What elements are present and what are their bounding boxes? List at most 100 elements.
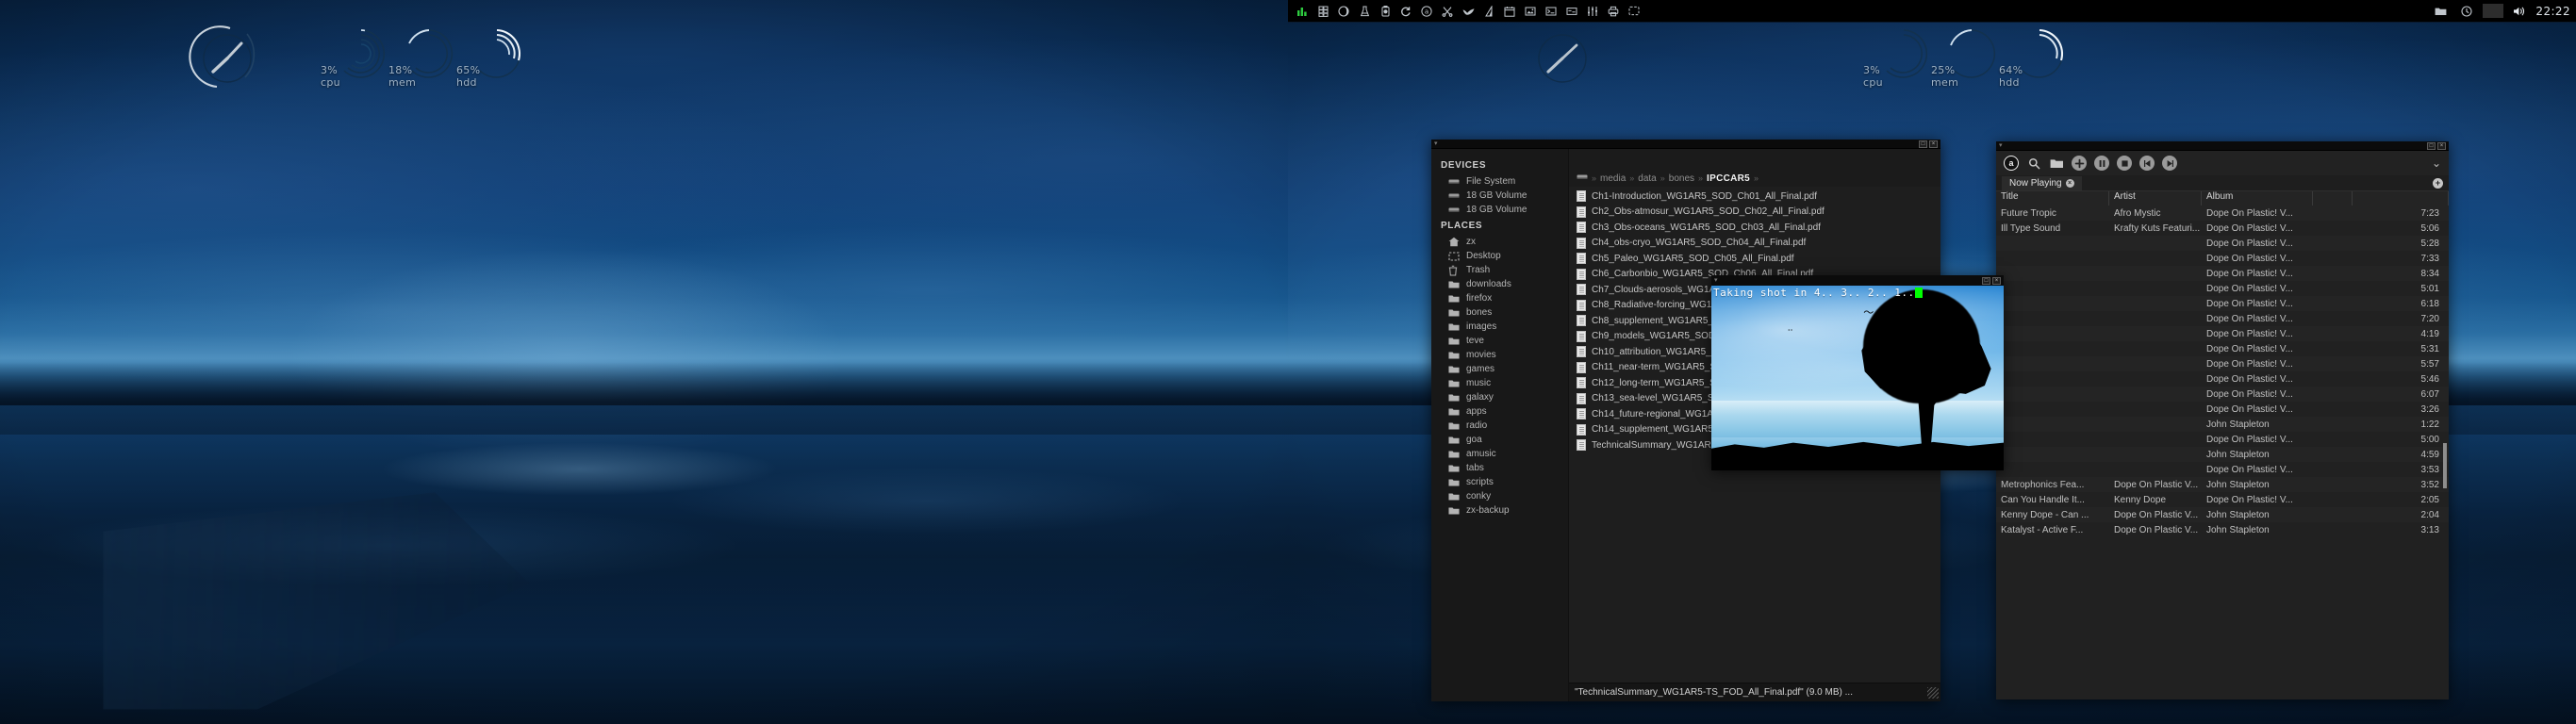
sidebar-place-conky[interactable]: conky — [1431, 489, 1568, 503]
playlist-row[interactable]: Katalyst - Active F... Dope On Plastic V.… — [1996, 522, 2449, 537]
playlist-row[interactable]: Dope On Plastic! V... 5:57 — [1996, 356, 2449, 371]
sidebar-place-galaxy[interactable]: galaxy — [1431, 390, 1568, 404]
breadcrumb-item-media[interactable]: media — [1600, 173, 1626, 184]
sidebar-device-2[interactable]: 18 GB Volume — [1431, 203, 1568, 217]
sidebar-place-games[interactable]: games — [1431, 362, 1568, 376]
sidebar-place-trash[interactable]: Trash — [1431, 263, 1568, 277]
moon-icon[interactable] — [1333, 1, 1354, 22]
sidebar-place-apps[interactable]: apps — [1431, 404, 1568, 419]
file-row[interactable]: Ch5_Paleo_WG1AR5_SOD_Ch05_All_Final.pdf — [1569, 251, 1940, 267]
drive-icon[interactable] — [1577, 173, 1588, 184]
column-artist[interactable]: Artist — [2109, 191, 2202, 206]
playlist-row[interactable]: Metrophonics Fea... Dope On Plastic V... J… — [1996, 477, 2449, 492]
file-manager-toolbar[interactable] — [1569, 149, 1940, 170]
sidebar-place-bones[interactable]: bones — [1431, 305, 1568, 320]
audacious-logo-icon[interactable]: a — [2004, 156, 2019, 171]
playlist-row[interactable]: Dope On Plastic! V... 7:20 — [1996, 311, 2449, 326]
volume-icon[interactable] — [2509, 1, 2530, 22]
sidebar-place-firefox[interactable]: firefox — [1431, 291, 1568, 305]
breadcrumb-item-ipccar5[interactable]: IPCCAR5 — [1707, 173, 1750, 184]
column-album[interactable]: Album — [2202, 191, 2313, 206]
playlist-row[interactable]: Dope On Plastic! V... 3:53 — [1996, 462, 2449, 477]
file-manager-sidebar[interactable]: DEVICES File System 18 GB Volume 18 GB Vol… — [1431, 149, 1569, 701]
sidebar-device-1[interactable]: 18 GB Volume — [1431, 189, 1568, 203]
column-title[interactable]: Title — [1996, 191, 2109, 206]
file-row[interactable]: Ch2_Obs-atmosur_WG1AR5_SOD_Ch02_All_Fina… — [1569, 205, 1940, 221]
audacious-titlebar[interactable]: ▾ □ × — [1996, 141, 2449, 151]
audacious-tabbar[interactable]: Now Playing × + — [1996, 175, 2449, 191]
panel-clock[interactable]: 22:22 — [2535, 5, 2570, 18]
next-icon[interactable] — [2162, 156, 2177, 171]
screenshot-titlebar[interactable]: ▾ □ × — [1711, 275, 2004, 286]
screenshot-icon[interactable] — [1624, 1, 1644, 22]
sidebar-place-radio[interactable]: radio — [1431, 419, 1568, 433]
previous-icon[interactable] — [2139, 156, 2155, 171]
flask-icon[interactable] — [1354, 1, 1375, 22]
column-length[interactable] — [2353, 191, 2449, 206]
playlist-row[interactable]: Can You Handle It... Kenny Dope Dope On Pl… — [1996, 492, 2449, 507]
audacious-icon[interactable]: a — [1416, 1, 1437, 22]
screenshot-countdown-window[interactable]: ▾ □ × Taking shot in 4.. 3.. 2.. 1.. ᐧᐧ … — [1711, 275, 2004, 470]
playlist-row[interactable]: Dope On Plastic! V... 5:46 — [1996, 371, 2449, 387]
sidebar-place-zx-backup[interactable]: zx-backup — [1431, 503, 1568, 518]
calendar-icon[interactable] — [1499, 1, 1520, 22]
playlist-row[interactable]: Dope On Plastic! V... 5:28 — [1996, 236, 2449, 251]
file-row[interactable]: Ch4_obs-cryo_WG1AR5_SOD_Ch04_All_Final.p… — [1569, 236, 1940, 252]
image-viewer-icon[interactable] — [1520, 1, 1541, 22]
resize-grip[interactable] — [1927, 686, 1939, 699]
add-icon[interactable] — [2072, 156, 2087, 171]
printer-icon[interactable] — [1603, 1, 1624, 22]
sidebar-place-tabs[interactable]: tabs — [1431, 461, 1568, 475]
sidebar-place-goa[interactable]: goa — [1431, 433, 1568, 447]
playlist[interactable]: Future Tropic Afro Mystic Dope On Plastic!… — [1996, 206, 2449, 537]
close-button[interactable]: × — [1929, 140, 1938, 148]
playlist-row[interactable]: Ill Type Sound Krafty Kuts Featuri... Dope… — [1996, 221, 2449, 236]
file-row[interactable]: Ch1-Introduction_WG1AR5_SOD_Ch01_All_Fin… — [1569, 189, 1940, 205]
audacious-maximize-button[interactable]: □ — [2427, 141, 2436, 150]
scissors-icon[interactable] — [1437, 1, 1458, 22]
audacious-window-menu-icon[interactable]: ▾ — [1999, 142, 2003, 149]
audacious-toolbar[interactable]: a ⌄ — [1996, 151, 2449, 175]
bird-icon[interactable] — [1458, 1, 1478, 22]
pause-icon[interactable] — [2094, 156, 2109, 171]
playlist-row[interactable]: Dope On Plastic! V... 5:01 — [1996, 281, 2449, 296]
sidebar-place-music[interactable]: music — [1431, 376, 1568, 390]
screenshot-maximize-button[interactable]: □ — [1982, 276, 1990, 285]
search-icon[interactable] — [2026, 156, 2041, 171]
breadcrumb-item-bones[interactable]: bones — [1669, 173, 1694, 184]
playlist-row[interactable]: Dope On Plastic! V... 6:07 — [1996, 387, 2449, 402]
audacious-close-button[interactable]: × — [2437, 141, 2446, 150]
playlist-row[interactable]: John Stapleton 4:59 — [1996, 447, 2449, 462]
text-editor-icon[interactable] — [1561, 1, 1582, 22]
playlist-row[interactable]: Future Tropic Afro Mystic Dope On Plastic!… — [1996, 206, 2449, 221]
playlist-row[interactable]: Dope On Plastic! V... 8:34 — [1996, 266, 2449, 281]
clock-icon[interactable] — [2456, 1, 2477, 22]
sidebar-place-images[interactable]: images — [1431, 320, 1568, 334]
screenshot-close-button[interactable]: × — [1992, 276, 2001, 285]
column-extra-1[interactable] — [2313, 191, 2353, 206]
mixer-icon[interactable] — [1582, 1, 1603, 22]
breadcrumb[interactable]: » media» data» bones» IPCCAR5» — [1569, 170, 1940, 187]
stop-icon[interactable] — [2117, 156, 2132, 171]
sidebar-place-downloads[interactable]: downloads — [1431, 277, 1568, 291]
playlist-row[interactable]: Dope On Plastic! V... 6:18 — [1996, 296, 2449, 311]
file-manager-titlebar[interactable]: ▾ □ × — [1431, 140, 1940, 149]
screenshot-window-menu-icon[interactable]: ▾ — [1714, 277, 1718, 284]
close-icon[interactable]: × — [2065, 178, 2074, 188]
tab-now-playing[interactable]: Now Playing × — [2002, 175, 2082, 190]
sidebar-place-desktop[interactable]: Desktop — [1431, 249, 1568, 263]
file-row[interactable]: Ch3_Obs-oceans_WG1AR5_SOD_Ch03_All_Final… — [1569, 220, 1940, 236]
terminal-icon[interactable] — [1541, 1, 1561, 22]
sidebar-device-0[interactable]: File System — [1431, 174, 1568, 189]
playlist-row[interactable]: Dope On Plastic! V... 7:33 — [1996, 251, 2449, 266]
breadcrumb-item-data[interactable]: data — [1638, 173, 1656, 184]
open-folder-icon[interactable] — [2049, 156, 2064, 171]
playlist-row[interactable]: Kenny Dope - Can ... Dope On Plastic V...… — [1996, 507, 2449, 522]
window-menu-icon[interactable]: ▾ — [1434, 140, 1438, 147]
taskbar-panel[interactable]: a 22:22 — [1288, 0, 2576, 23]
battery-icon[interactable] — [1375, 1, 1395, 22]
add-tab-icon[interactable]: + — [2433, 177, 2443, 189]
chevron-down-icon[interactable]: ⌄ — [2432, 156, 2441, 170]
archive-manager-icon[interactable] — [1313, 1, 1333, 22]
playlist-row[interactable]: John Stapleton 1:22 — [1996, 417, 2449, 432]
